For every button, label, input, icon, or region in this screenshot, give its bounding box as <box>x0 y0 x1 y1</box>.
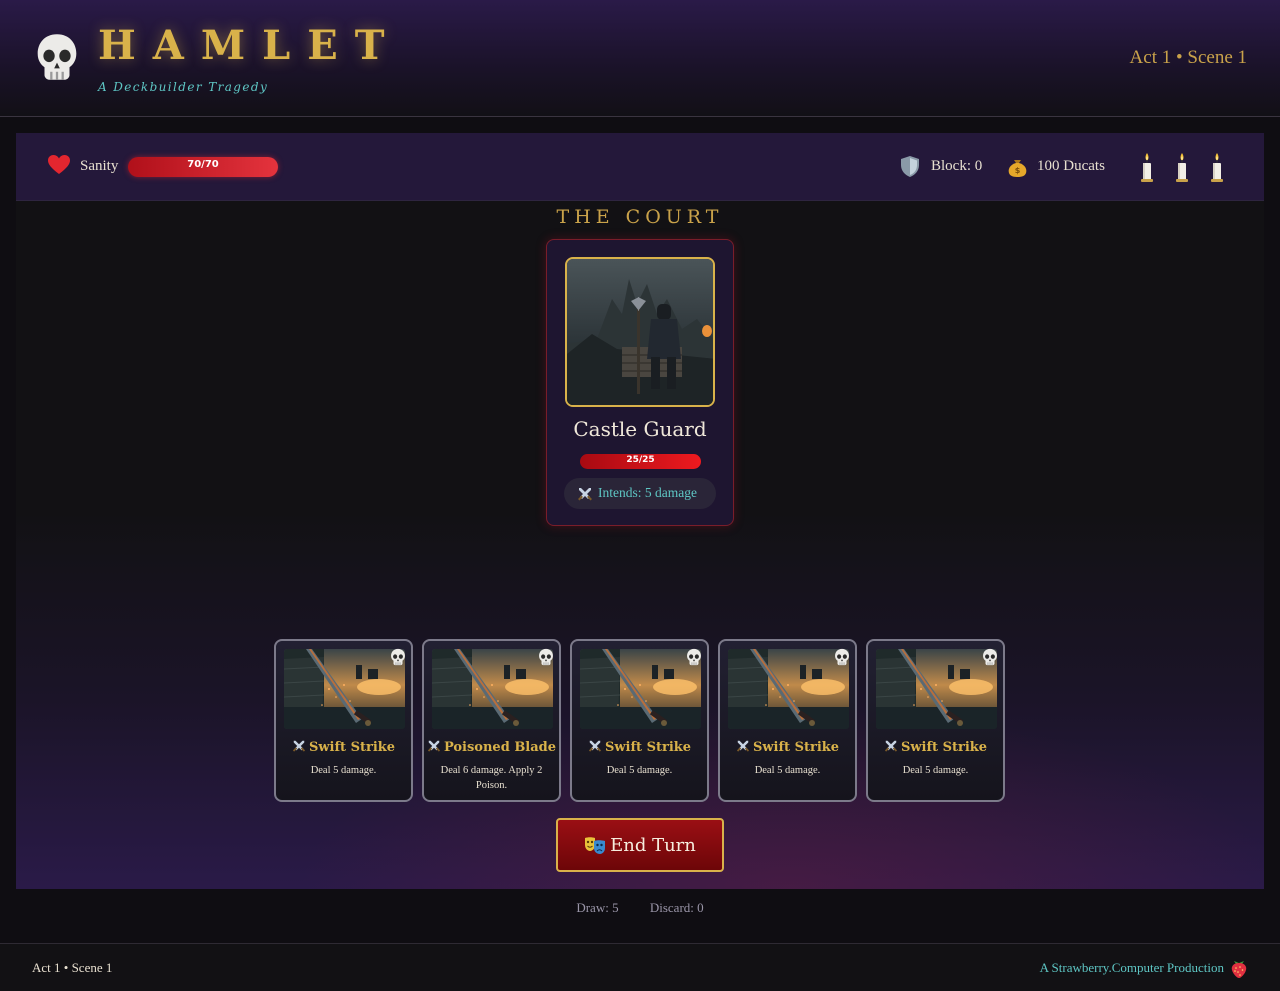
card-art <box>432 649 553 729</box>
end-turn-label: End Turn <box>610 834 696 856</box>
end-turn-button[interactable]: End Turn <box>556 818 724 872</box>
shield-icon <box>901 156 919 177</box>
enemy-card[interactable]: Castle Guard 25/25 Intends: 5 damage <box>546 239 734 526</box>
hand-card[interactable]: Swift Strike Deal 5 damage. <box>570 639 709 802</box>
hand-card[interactable]: Swift Strike Deal 5 damage. <box>866 639 1005 802</box>
card-title-text: Swift Strike <box>752 740 840 755</box>
skull-icon <box>389 648 407 666</box>
crossed-swords-icon <box>292 739 306 753</box>
svg-text:$: $ <box>1015 166 1021 175</box>
skull-icon <box>833 648 851 666</box>
card-title-text: Poisoned Blade <box>443 740 557 755</box>
card-description: Deal 5 damage. <box>606 765 673 776</box>
card-title: Swift Strike <box>276 739 411 755</box>
card-title-text: Swift Strike <box>900 740 988 755</box>
candle-icon <box>1175 152 1189 182</box>
game-title: HAMLET <box>98 22 402 69</box>
hand-card[interactable]: Swift Strike Deal 5 damage. <box>718 639 857 802</box>
pile-counts: Draw: 5 Discard: 0 <box>0 900 1280 916</box>
crossed-swords-icon <box>577 486 593 502</box>
sword-image <box>284 649 405 729</box>
card-description: Deal 6 damage. Apply 2 Poison. <box>440 765 543 791</box>
sword-image <box>432 649 553 729</box>
enemy-intent-text: Intends: 5 damage <box>598 485 697 500</box>
block-value: Block: 0 <box>931 158 983 174</box>
game-board: Sanity 70/70 Block: 0 $ 100 Ducats THE C… <box>16 133 1264 889</box>
castle-guard-image <box>567 259 713 405</box>
footer-act-scene: Act 1 • Scene 1 <box>32 960 113 975</box>
footer: Act 1 • Scene 1 A Strawberry.Computer Pr… <box>0 943 1280 991</box>
crossed-swords-icon <box>427 739 441 753</box>
sword-image <box>728 649 849 729</box>
card-title: Swift Strike <box>572 739 707 755</box>
skull-icon <box>981 648 999 666</box>
crossed-swords-icon <box>736 739 750 753</box>
candle-icon <box>1210 152 1224 182</box>
sanity-value: 70/70 <box>187 159 219 170</box>
card-title: Swift Strike <box>868 739 1003 755</box>
theater-masks-icon <box>585 837 606 854</box>
skull-icon <box>34 32 80 82</box>
hand-card[interactable]: Swift Strike Deal 5 damage. <box>274 639 413 802</box>
candle-icon <box>1140 152 1154 182</box>
draw-pile-count[interactable]: Draw: 5 <box>576 900 618 915</box>
footer-credit[interactable]: A Strawberry.Computer Production <box>1040 960 1224 976</box>
card-title: Swift Strike <box>720 739 855 755</box>
card-description: Deal 5 damage. <box>754 765 821 776</box>
act-scene-indicator: Act 1 • Scene 1 <box>1129 47 1247 68</box>
hand-card[interactable]: Poisoned Blade Deal 6 damage. Apply 2 Po… <box>422 639 561 802</box>
enemy-health-bar: 25/25 <box>580 454 701 469</box>
heart-icon <box>48 155 70 174</box>
strawberry-icon <box>1231 961 1247 978</box>
status-bar: Sanity 70/70 Block: 0 $ 100 Ducats <box>16 133 1264 201</box>
card-description: Deal 5 damage. <box>902 765 969 776</box>
discard-pile-count[interactable]: Discard: 0 <box>650 900 704 915</box>
card-title-text: Swift Strike <box>604 740 692 755</box>
enemy-name: Castle Guard <box>573 417 707 441</box>
game-subtitle: A Deckbuilder Tragedy <box>98 80 269 94</box>
sanity-label: Sanity <box>80 158 119 174</box>
card-title-text: Swift Strike <box>308 740 396 755</box>
enemy-health-value: 25/25 <box>626 455 655 465</box>
card-art <box>876 649 997 729</box>
sword-image <box>876 649 997 729</box>
ducats-value: 100 Ducats <box>1037 158 1105 174</box>
card-art <box>580 649 701 729</box>
crossed-swords-icon <box>884 739 898 753</box>
card-art <box>728 649 849 729</box>
game-header: HAMLET A Deckbuilder Tragedy Act 1 • Sce… <box>0 0 1280 117</box>
enemy-portrait <box>565 257 715 407</box>
card-description: Deal 5 damage. <box>310 765 377 776</box>
skull-icon <box>685 648 703 666</box>
crossed-swords-icon <box>588 739 602 753</box>
skull-icon <box>537 648 555 666</box>
card-art <box>284 649 405 729</box>
sword-image <box>580 649 701 729</box>
location-title: THE COURT <box>556 206 724 228</box>
money-bag-icon: $ <box>1008 160 1027 177</box>
sanity-bar: 70/70 <box>128 157 278 177</box>
card-title: Poisoned Blade <box>424 739 559 755</box>
enemy-intent: Intends: 5 damage <box>564 478 716 509</box>
